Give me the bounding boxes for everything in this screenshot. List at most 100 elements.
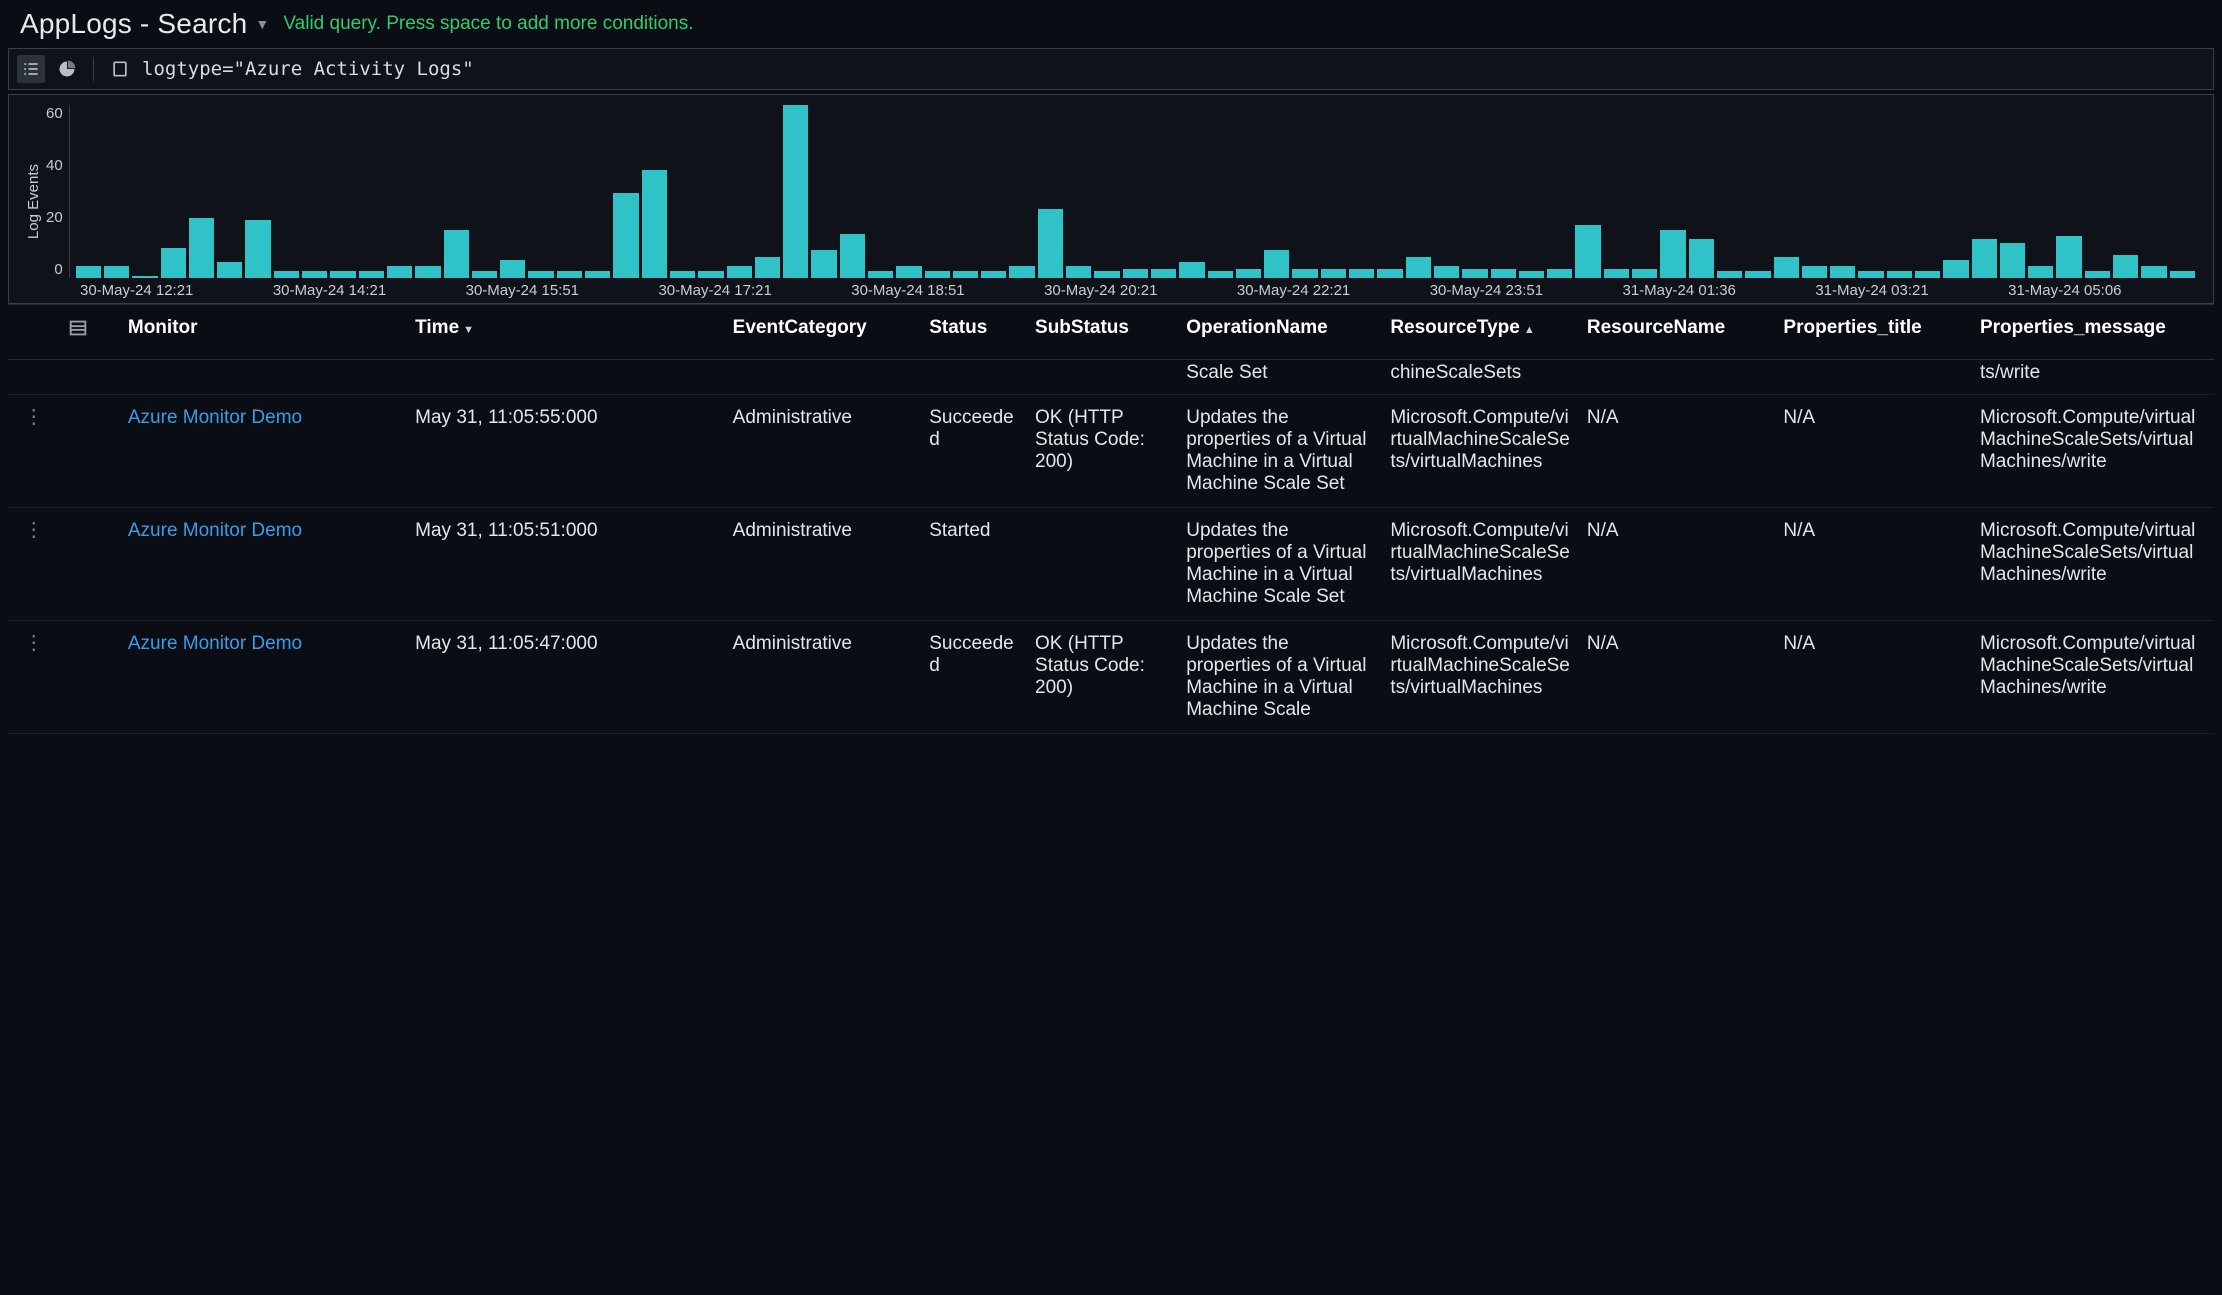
query-input[interactable] [142,58,2205,80]
chart-bar[interactable] [557,271,582,278]
chart-bar[interactable] [189,218,214,278]
col-resource-type[interactable]: ResourceType [1382,305,1579,360]
chart-bar[interactable] [1972,239,1997,278]
chart-bar[interactable] [925,271,950,278]
pie-chart-button[interactable] [53,55,81,83]
col-monitor[interactable]: Monitor [120,305,407,360]
table-view-icon[interactable] [59,305,119,360]
chart-bar[interactable] [528,271,553,278]
chart-bar[interactable] [868,271,893,278]
chart-bar[interactable] [1802,266,1827,278]
col-status[interactable]: Status [921,305,1027,360]
chart-bar[interactable] [500,260,525,278]
chart-bar[interactable] [1462,269,1487,278]
chart-bar[interactable] [2085,271,2110,278]
chart-bar[interactable] [1066,266,1091,278]
page-title[interactable]: AppLogs - Search ▼ [20,8,269,40]
row-menu-button[interactable]: ⋮ [8,508,59,621]
chart-bar[interactable] [302,271,327,278]
list-view-button[interactable] [17,55,45,83]
chart-bar[interactable] [161,248,186,278]
chart-bar[interactable] [1264,250,1289,278]
chart-bar[interactable] [1406,257,1431,278]
chart-bar[interactable] [698,271,723,278]
chart-bar[interactable] [1236,269,1261,278]
chart-bar[interactable] [387,266,412,278]
col-operation-name[interactable]: OperationName [1178,305,1382,360]
chart-bar[interactable] [1717,271,1742,278]
chart-bar[interactable] [840,234,865,278]
chart-bar[interactable] [1491,269,1516,278]
chart-bar[interactable] [330,271,355,278]
table-row[interactable]: ⋮Azure Monitor DemoMay 31, 11:05:55:000A… [8,395,2214,508]
chart-bar[interactable] [1915,271,1940,278]
col-sub-status[interactable]: SubStatus [1027,305,1178,360]
chart-bar[interactable] [1858,271,1883,278]
col-event-category[interactable]: EventCategory [725,305,922,360]
chart-bar[interactable] [1575,225,1600,278]
col-time[interactable]: Time [407,305,725,360]
table-row[interactable]: ⋮Azure Monitor DemoMay 31, 11:05:51:000A… [8,508,2214,621]
chart-bar[interactable] [104,266,129,278]
chart-bar[interactable] [1519,271,1544,278]
chart-bar[interactable] [811,250,836,278]
row-menu-button[interactable]: ⋮ [8,621,59,734]
cell-monitor[interactable]: Azure Monitor Demo [120,508,407,621]
chart-bar[interactable] [670,271,695,278]
chart-bar[interactable] [1689,239,1714,278]
chart-bar[interactable] [415,266,440,278]
chart-bar[interactable] [132,276,157,278]
chart-bar[interactable] [1830,266,1855,278]
chart-plot[interactable]: 6040200 [46,105,2201,278]
chart-bar[interactable] [2141,266,2166,278]
chart-bar[interactable] [472,271,497,278]
chart-bar[interactable] [1292,269,1317,278]
chart-bar[interactable] [727,266,752,278]
chart-bar[interactable] [783,105,808,278]
chart-bar[interactable] [1604,269,1629,278]
chart-bar[interactable] [1151,269,1176,278]
row-menu-button[interactable]: ⋮ [8,395,59,508]
col-resource-name[interactable]: ResourceName [1579,305,1776,360]
notes-button[interactable] [106,55,134,83]
table-row[interactable]: Scale SetchineScaleSetsts/write [8,360,2214,395]
chart-bar[interactable] [585,271,610,278]
chart-bar[interactable] [1547,269,1572,278]
chart-bar[interactable] [613,193,638,278]
chart-bar[interactable] [2170,271,2195,278]
chart-bar[interactable] [755,257,780,278]
chart-bar[interactable] [1123,269,1148,278]
col-properties-title[interactable]: Properties_title [1775,305,1972,360]
chart-bar[interactable] [2113,255,2138,278]
chart-bar[interactable] [981,271,1006,278]
chart-bar[interactable] [2000,243,2025,278]
chart-bar[interactable] [245,220,270,278]
chart-bar[interactable] [1943,260,1968,278]
chart-bar[interactable] [1745,271,1770,278]
chart-bar[interactable] [896,266,921,278]
chart-bar[interactable] [1774,257,1799,278]
chart-bar[interactable] [1094,271,1119,278]
chart-bar[interactable] [1434,266,1459,278]
chart-bar[interactable] [1038,209,1063,278]
chart-bar[interactable] [1009,266,1034,278]
chart-bar[interactable] [642,170,667,278]
chart-bar[interactable] [2056,236,2081,278]
cell-monitor[interactable]: Azure Monitor Demo [120,395,407,508]
chart-bar[interactable] [1887,271,1912,278]
chart-bar[interactable] [2028,266,2053,278]
table-row[interactable]: ⋮Azure Monitor DemoMay 31, 11:05:47:000A… [8,621,2214,734]
chart-bar[interactable] [444,230,469,278]
chart-bar[interactable] [953,271,978,278]
chart-bar[interactable] [1660,230,1685,278]
chart-bar[interactable] [76,266,101,278]
chart-bars[interactable] [69,105,2201,278]
chart-bar[interactable] [274,271,299,278]
chart-bar[interactable] [1208,271,1233,278]
chart-bar[interactable] [1632,269,1657,278]
chart-bar[interactable] [1179,262,1204,278]
chart-bar[interactable] [1377,269,1402,278]
chart-bar[interactable] [1349,269,1374,278]
chart-bar[interactable] [1321,269,1346,278]
col-properties-message[interactable]: Properties_message [1972,305,2214,360]
